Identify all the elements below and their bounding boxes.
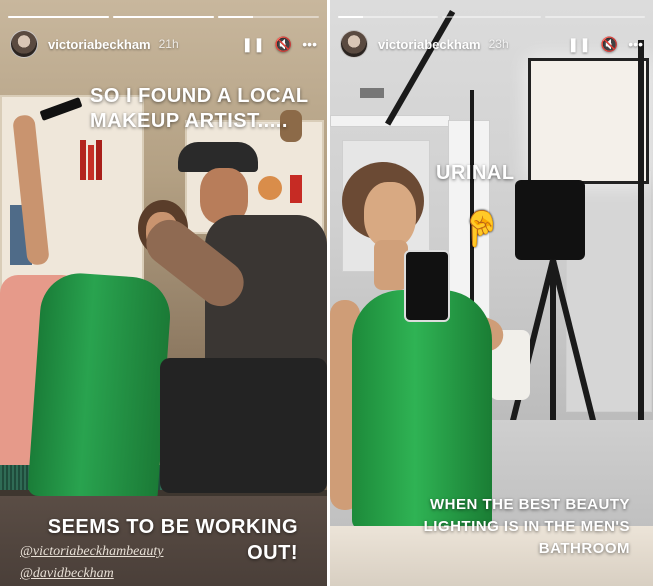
- camera: [515, 180, 585, 260]
- light-boom: [385, 10, 456, 126]
- progress-segment: [545, 16, 646, 18]
- softbox-light: [528, 58, 649, 184]
- story-panel-left[interactable]: victoriabeckham 21h ❚❚ 🔇 ••• SO I FOUND …: [0, 0, 327, 586]
- story-panel-right[interactable]: victoriabeckham 23h ❚❚ 🔇 ••• URINAL ☝ WH…: [330, 0, 653, 586]
- progress-segment: [338, 16, 438, 18]
- woman-face: [364, 182, 416, 248]
- story-header: victoriabeckham 23h ❚❚ 🔇 •••: [340, 30, 643, 58]
- progress-segment: [8, 16, 109, 18]
- story-controls: ❚❚ 🔇 •••: [567, 37, 643, 51]
- story-progress-bar: [338, 16, 646, 19]
- progress-fill: [218, 16, 254, 18]
- post-time: 21h: [158, 37, 179, 51]
- mention-link[interactable]: @victoriabeckhambeauty: [20, 544, 164, 560]
- book: [290, 175, 302, 203]
- mute-icon[interactable]: 🔇: [275, 37, 292, 51]
- username[interactable]: victoriabeckham: [48, 37, 151, 52]
- pause-icon[interactable]: ❚❚: [567, 37, 590, 51]
- caption-top: SO I FOUND A LOCAL MAKEUP ARTIST.....: [90, 85, 309, 132]
- progress-segment: [218, 16, 319, 18]
- book: [88, 145, 94, 180]
- more-icon[interactable]: •••: [628, 37, 643, 51]
- pause-icon[interactable]: ❚❚: [241, 37, 264, 51]
- caption-bottom: WHEN THE BEST BEAUTY LIGHTING IS IN THE …: [423, 496, 630, 557]
- progress-segment: [113, 16, 214, 18]
- progress-fill: [338, 16, 363, 18]
- apple-ornament: [258, 176, 282, 200]
- ceiling-vent: [360, 88, 384, 98]
- woman-neck: [374, 240, 408, 290]
- pointing-down-hand-icon: ☝: [460, 209, 503, 247]
- book: [80, 140, 86, 180]
- username[interactable]: victoriabeckham: [378, 37, 481, 52]
- avatar[interactable]: [340, 30, 368, 58]
- story-controls: ❚❚ 🔇 •••: [241, 37, 317, 51]
- story-header: victoriabeckham 21h ❚❚ 🔇 •••: [10, 30, 317, 58]
- story-progress-bar: [8, 16, 319, 19]
- book: [96, 140, 102, 180]
- mute-icon[interactable]: 🔇: [601, 37, 618, 51]
- urinal-label: URINAL: [436, 162, 515, 184]
- progress-fill: [113, 16, 214, 18]
- progress-fill: [8, 16, 109, 18]
- post-time: 23h: [488, 37, 509, 51]
- phone: [404, 250, 450, 322]
- avatar[interactable]: [10, 30, 38, 58]
- green-dress-left: [27, 270, 173, 505]
- progress-segment: [441, 16, 542, 18]
- man-pants: [160, 358, 327, 493]
- more-icon[interactable]: •••: [302, 37, 317, 51]
- mention-link[interactable]: @davidbeckham: [20, 566, 114, 582]
